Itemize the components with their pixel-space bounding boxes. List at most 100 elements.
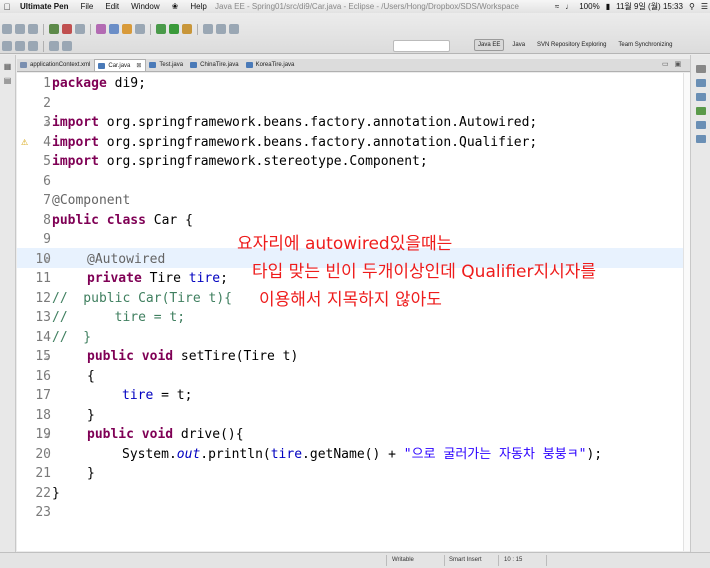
code-line-5: import org.springframework.stereotype.Co… (52, 154, 428, 169)
package-icon[interactable] (96, 24, 106, 34)
server-icon[interactable] (49, 24, 59, 34)
tab-applicationcontext[interactable]: applicationContext.xml (17, 59, 94, 71)
code-line-11: private Tire tire; (87, 271, 228, 286)
code-editor[interactable]: ⚠ 1 2 3 4 5 6 7 8 9 10 11 12 13 14 15 16… (17, 73, 690, 551)
perspective-java-ee[interactable]: Java EE (474, 39, 505, 51)
minimize-icon[interactable]: ▭ (662, 60, 669, 68)
status-separator (498, 555, 499, 566)
editor-tab-controls: ▭ ▣ (662, 60, 681, 68)
back-icon[interactable] (49, 41, 59, 51)
code-line-17: tire = t; (122, 388, 193, 403)
package-explorer-icon[interactable]: ▤ (3, 77, 12, 85)
debug-icon[interactable] (156, 24, 166, 34)
perspective-java[interactable]: Java (508, 39, 529, 51)
wifi-icon[interactable]: ≈ (555, 2, 559, 11)
battery-percent[interactable]: 100% (579, 2, 599, 11)
list-icon[interactable]: ☰ (701, 2, 708, 11)
code-line-8: public class Car { (52, 212, 193, 228)
line-number: 17 (35, 388, 51, 403)
restore-icon[interactable] (696, 65, 706, 73)
restore-icon[interactable]: ▦ (3, 63, 12, 71)
task-list-icon[interactable] (696, 93, 706, 101)
script-icon[interactable]: ❀ (166, 2, 185, 11)
outline-icon[interactable] (696, 79, 706, 87)
apple-icon[interactable]:  (0, 2, 14, 12)
external-tools-icon[interactable] (182, 24, 192, 34)
build-icon[interactable] (75, 24, 85, 34)
perspective-svn[interactable]: SVN Repository Exploring (533, 39, 610, 51)
fold-toggle-icon[interactable]: ⊖ (45, 355, 50, 362)
line-number: 23 (35, 505, 51, 520)
line-number: 14 (35, 329, 51, 345)
annotation-line-3: 이용해서 지목하지 않아도 (259, 290, 442, 310)
new-class-icon[interactable] (109, 24, 119, 34)
tab-chinatire-java[interactable]: ChinaTire.java (187, 59, 242, 71)
toolbar-row-1 (2, 21, 239, 37)
forward-icon[interactable] (62, 41, 72, 51)
pin-icon[interactable] (2, 41, 12, 51)
vertical-scrollbar[interactable] (683, 73, 690, 551)
battery-icon[interactable]: ▮ (606, 2, 610, 11)
open-type-icon[interactable] (135, 24, 145, 34)
spring-icon[interactable] (696, 107, 706, 115)
console-icon[interactable] (696, 121, 706, 129)
line-number: 8 (43, 212, 51, 228)
code-line-14: // } (52, 329, 92, 345)
volume-icon[interactable]: ♩ (565, 2, 573, 11)
editor-tabbar: applicationContext.xml Car.java ⊠ Test.j… (17, 59, 690, 72)
clock[interactable]: 11월 9일 (월) 15:33 (616, 1, 683, 12)
annotation-icon[interactable] (229, 24, 239, 34)
right-trim-bar (690, 55, 710, 552)
line-number: 20 (35, 446, 51, 462)
line-number: 11 (35, 271, 51, 286)
maximize-icon[interactable]: ▣ (675, 60, 682, 68)
status-separator (444, 555, 445, 566)
java-file-icon (98, 63, 106, 69)
search-icon[interactable]: ⚲ (689, 2, 695, 11)
menu-app-name[interactable]: Ultimate Pen (14, 2, 74, 11)
line-number: 18 (35, 407, 51, 423)
perspective-team-sync[interactable]: Team Synchronizing (614, 39, 676, 51)
line-number: 13 (35, 310, 51, 325)
tab-test-java[interactable]: Test.java (146, 59, 187, 71)
fold-toggle-icon[interactable]: ⊖ (45, 433, 50, 440)
toolbar-separator (197, 23, 198, 35)
line-number: 16 (35, 368, 51, 384)
search-tool-icon[interactable] (203, 24, 213, 34)
menu-file[interactable]: File (74, 2, 99, 11)
line-number: 9 (43, 232, 51, 247)
save-icon[interactable] (15, 24, 25, 34)
folder-icon[interactable] (122, 24, 132, 34)
close-icon[interactable]: ⊠ (136, 62, 141, 69)
status-cursor-position: 10 : 15 (504, 557, 523, 563)
window-title: Java EE - Spring01/src/di9/Car.java - Ec… (215, 2, 519, 11)
code-line-15: public void setTire(Tire t) (87, 349, 299, 364)
fold-toggle-icon[interactable]: ⊖ (45, 121, 50, 128)
line-number: 5 (43, 154, 51, 169)
print-icon[interactable] (28, 24, 38, 34)
code-line-12: // public Car(Tire t){ (52, 290, 233, 306)
menu-help[interactable]: Help (184, 2, 212, 11)
prev-annotation-icon[interactable] (28, 41, 38, 51)
run-icon[interactable] (169, 24, 179, 34)
code-line-4: import org.springframework.beans.factory… (52, 134, 538, 150)
menu-edit[interactable]: Edit (99, 2, 125, 11)
code-line-3: import org.springframework.beans.factory… (52, 115, 538, 130)
annotation-line-1: 요자리에 autowired있을때는 (237, 234, 453, 254)
new-icon[interactable] (2, 24, 12, 34)
tab-car-java[interactable]: Car.java ⊠ (94, 59, 147, 71)
next-annotation-icon[interactable] (15, 41, 25, 51)
fold-toggle-icon[interactable]: ⊖ (45, 257, 50, 264)
tab-koreatire-java[interactable]: KoreaTire.java (243, 59, 299, 71)
status-separator (546, 555, 547, 566)
code-line-18: } (87, 407, 95, 423)
menu-window[interactable]: Window (125, 2, 165, 11)
xml-file-icon (20, 62, 27, 68)
tab-label: Car.java (108, 62, 131, 69)
stop-icon[interactable] (62, 24, 72, 34)
problems-icon[interactable] (696, 135, 706, 143)
code-line-1: package di9; (52, 76, 146, 91)
tab-label: Test.java (159, 62, 184, 68)
quick-access-input[interactable] (393, 40, 450, 52)
task-icon[interactable] (216, 24, 226, 34)
